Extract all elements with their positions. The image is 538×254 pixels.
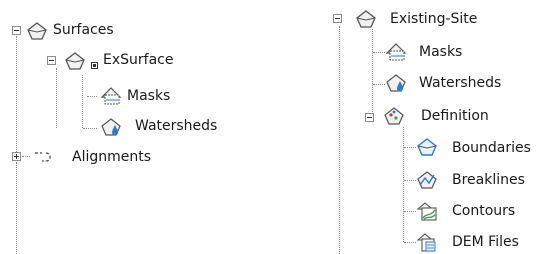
boundaries-icon [416, 137, 438, 157]
tree-connector [16, 36, 17, 156]
tree-label-existing-site[interactable]: Existing-Site [390, 10, 477, 28]
dem-files-icon [416, 232, 438, 252]
masks-icon [100, 86, 122, 106]
tree-label-definition[interactable]: Definition [421, 107, 489, 125]
tree-connector [87, 96, 97, 97]
tree-connector [56, 68, 57, 128]
breaklines-icon [416, 170, 438, 190]
tree-label-alignments[interactable]: Alignments [72, 148, 151, 166]
collapse-toggle[interactable] [12, 26, 21, 35]
tree-connector [372, 29, 373, 120]
tree-label-masks[interactable]: Masks [127, 87, 170, 105]
collapse-toggle[interactable] [47, 56, 56, 65]
watersheds-icon [385, 73, 407, 93]
surface-style-icon [91, 62, 98, 69]
tree-connector [404, 242, 416, 243]
tree-connector [16, 162, 17, 254]
tree-label-watersheds[interactable]: Watersheds [135, 117, 217, 135]
tree-label-boundaries[interactable]: Boundaries [452, 139, 531, 157]
tree-connector [22, 156, 30, 157]
tree-label-masks[interactable]: Masks [419, 43, 462, 61]
tree-connector [404, 147, 416, 148]
tree-connector [83, 128, 97, 129]
surface-icon [355, 9, 377, 29]
tree-connector [339, 26, 340, 254]
tree-label-watersheds[interactable]: Watersheds [419, 74, 501, 92]
tree-label-dem-files[interactable]: DEM Files [452, 233, 519, 251]
masks-icon [385, 42, 407, 62]
tree-connector [404, 180, 416, 181]
tree-connector [82, 75, 83, 128]
definition-icon [383, 106, 405, 126]
tree-label-breaklines[interactable]: Breaklines [452, 171, 525, 189]
collapse-toggle[interactable] [333, 14, 342, 23]
alignments-icon [33, 147, 55, 167]
tree-connector [403, 127, 404, 242]
tree-connector [373, 84, 385, 85]
collapse-toggle[interactable] [365, 113, 374, 122]
tree-connector [404, 211, 416, 212]
tree-connector [373, 52, 385, 53]
surfaces-icon [26, 21, 48, 41]
surface-icon [64, 51, 86, 71]
watersheds-icon [100, 117, 122, 137]
contours-icon [416, 201, 438, 221]
expand-toggle[interactable] [12, 152, 21, 161]
tree-label-contours[interactable]: Contours [452, 202, 515, 220]
tree-label-exsurface[interactable]: ExSurface [103, 51, 173, 69]
tree-label-surfaces[interactable]: Surfaces [53, 21, 114, 39]
